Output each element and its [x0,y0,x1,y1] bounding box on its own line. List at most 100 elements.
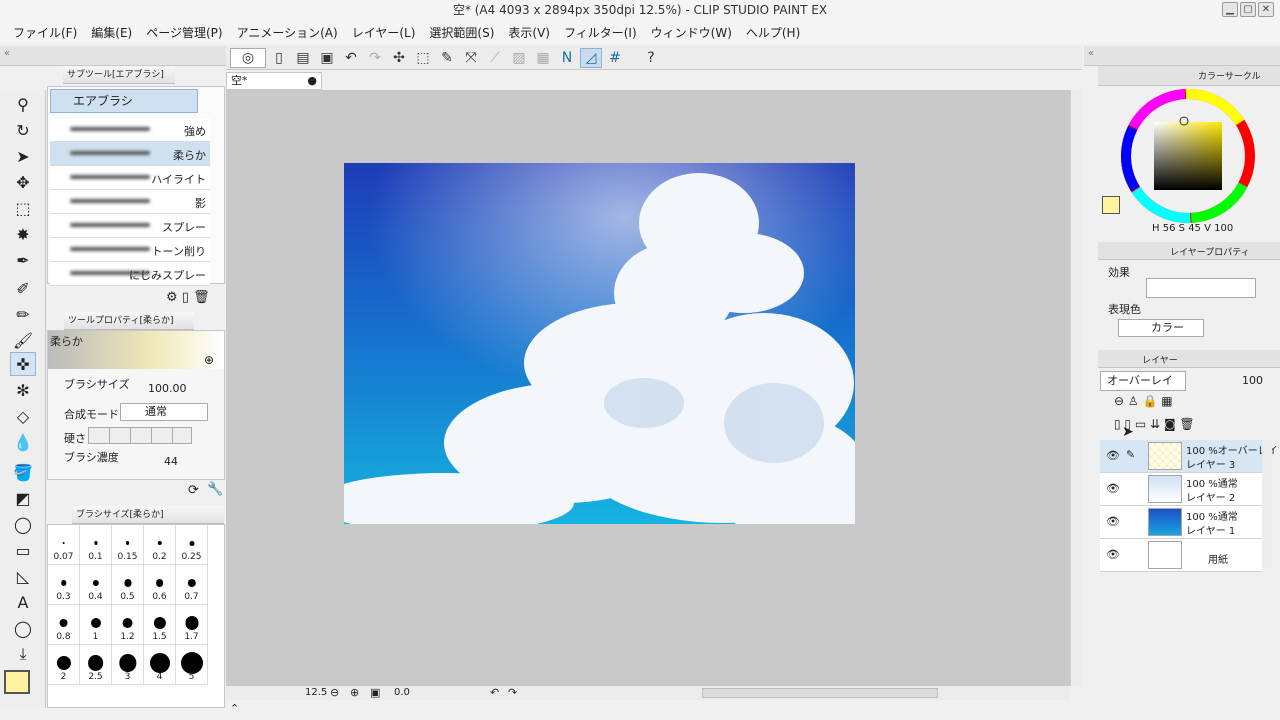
subtool-item[interactable]: にじみスプレー [50,262,210,286]
collapse-right-icon[interactable]: « [1088,48,1094,59]
snap-grid-blue-icon[interactable]: # [604,48,626,68]
snap-grid-icon[interactable]: ▦ [532,48,554,68]
eye-icon[interactable]: 👁 [1106,482,1120,495]
expand-up-icon[interactable]: ⌃ [230,702,239,715]
subtool-item[interactable]: スプレー [50,214,210,238]
menu-window[interactable]: ウィンドウ(W) [644,24,739,41]
balloon-icon[interactable]: ◯ [10,616,36,640]
brush-size-cell[interactable]: 0.3 [48,565,80,605]
subtool-item[interactable]: 強め [50,118,210,142]
selection-icon[interactable]: ⬚ [10,196,36,220]
menu-selection[interactable]: 選択範囲(S) [422,24,501,41]
frame-icon[interactable]: ▭ [10,538,36,562]
subtool-group[interactable]: エアブラシ [50,89,198,113]
clip-icon[interactable]: ⊖ [1114,394,1124,408]
brush-size-cell[interactable]: 0.8 [48,605,80,645]
vertical-scrollbar[interactable] [1070,90,1082,686]
ruler-icon[interactable]: ◺ [10,564,36,588]
eye-icon[interactable]: 👁 [1106,548,1120,561]
ref-layer-icon[interactable]: ♙ [1128,394,1139,408]
blend-icon[interactable]: 💧 [10,430,36,454]
brush-size-cell[interactable]: 0.15 [112,525,144,565]
lock-alpha-icon[interactable]: ▦ [1161,394,1172,408]
collapse-left-icon[interactable]: « [4,48,10,59]
brush-size-value[interactable]: 100.00 [148,382,187,395]
effect-buttons[interactable] [1146,278,1256,298]
brush-size-cell[interactable]: 4 [144,645,176,685]
snap-off-icon[interactable]: ⟋ [484,48,506,68]
menu-layer[interactable]: レイヤー(L) [345,24,423,41]
layer-row[interactable]: 👁 用紙 [1100,539,1262,572]
auto-select-icon[interactable]: ✸ [10,222,36,246]
rotation-value[interactable]: 0.0 [394,687,410,698]
new-folder-icon[interactable]: ▭ [1135,417,1146,431]
menu-view[interactable]: 表示(V) [501,24,557,41]
brush-size-cell[interactable]: 3 [112,645,144,685]
close-button[interactable]: ✕ [1258,2,1274,17]
brush-size-cell[interactable]: 0.2 [144,525,176,565]
color-main-swatch[interactable] [1102,196,1120,214]
minimize-button[interactable]: ▁ [1222,2,1238,17]
layer-blend-select[interactable]: オーバーレイ [1100,371,1186,391]
undo-icon[interactable]: ↶ [340,48,362,68]
copy-subtool-icon[interactable]: ▯ [182,290,189,305]
snap-ruler-icon[interactable]: N [556,48,578,68]
subtool-item[interactable]: 柔らか [50,142,210,166]
brush-size-cell[interactable]: 2 [48,645,80,685]
brush-size-cell[interactable]: 1.7 [176,605,208,645]
maximize-button[interactable]: ▢ [1240,2,1256,17]
zoom-tool-icon[interactable]: ⚲ [10,92,36,116]
layer-row[interactable]: 👁 100 %通常 レイヤー 2 [1100,473,1262,506]
canvas-image[interactable] [344,163,855,524]
correct-line-icon[interactable]: ⤓ [10,642,36,666]
brush-size-cell[interactable]: 1 [80,605,112,645]
pencil-icon[interactable]: ✏ [10,302,36,326]
fill-tool-icon[interactable]: 🪣 [10,460,36,484]
preview-zoom-icon[interactable]: ⊕ [204,353,214,367]
mask-icon[interactable]: ◙ [1164,417,1176,431]
new-file-icon[interactable]: ▯ [268,48,290,68]
subtool-item[interactable]: 影 [50,190,210,214]
brush-size-cell[interactable]: 2.5 [80,645,112,685]
zoom-value[interactable]: 12.5 [305,687,327,698]
brush-size-cell[interactable]: 0.1 [80,525,112,565]
gradient-icon[interactable]: ◩ [10,486,36,510]
subtool-item[interactable]: トーン削り [50,238,210,262]
figure-icon[interactable]: ◯ [10,512,36,536]
eye-icon[interactable]: 👁 [1106,515,1120,528]
transform-icon[interactable]: ⤧ [460,48,482,68]
menu-help[interactable]: ヘルプ(H) [739,24,807,41]
brush-size-cell[interactable]: 5 [176,645,208,685]
layer-row[interactable]: 👁 ✎ 100 %オーバーレイ レイヤー 3 [1100,440,1278,473]
menu-filter[interactable]: フィルター(I) [557,24,644,41]
rotate-left-icon[interactable]: ↶ [490,686,499,699]
menu-file[interactable]: ファイル(F) [6,24,84,41]
brush-icon[interactable]: 🖌 [10,328,36,352]
delete-layer-icon[interactable]: 🗑 [1179,417,1194,431]
lock-icon[interactable]: 🔒 [1142,394,1157,408]
layer-row[interactable]: 👁 100 %通常 レイヤー 1 [1100,506,1262,539]
snap-special-ruler-icon[interactable]: ◿ [580,47,602,68]
help-icon[interactable]: ? [640,48,662,68]
eye-icon[interactable]: 👁 [1106,449,1120,462]
settings-wrench-icon[interactable]: 🔧 [207,482,223,497]
pen-icon[interactable]: ✐ [10,276,36,300]
rotate-right-icon[interactable]: ↷ [508,686,517,699]
rotate-tool-icon[interactable]: ↻ [10,118,36,142]
expr-select[interactable]: カラー [1118,319,1204,337]
brush-size-cell[interactable]: 0.07 [48,525,80,565]
density-value[interactable]: 44 [164,455,178,468]
crop-icon[interactable]: ⬚ [412,48,434,68]
menu-edit[interactable]: 編集(E) [84,24,139,41]
menu-page[interactable]: ページ管理(P) [139,24,229,41]
brush-size-cell[interactable]: 1.5 [144,605,176,645]
decoration-icon[interactable]: ✻ [10,378,36,402]
add-subtool-icon[interactable]: ⚙ [166,290,178,305]
text-icon[interactable]: A [10,590,36,614]
fit-icon[interactable]: ▣ [370,686,380,699]
clip-studio-icon[interactable]: ◎ [230,47,266,68]
reset-icon[interactable]: ⟳ [188,483,199,498]
operation-tool-icon[interactable]: ➤ [10,144,36,168]
merge-down-icon[interactable]: ⇊ [1150,417,1160,431]
eraser-icon[interactable]: ◇ [10,404,36,428]
